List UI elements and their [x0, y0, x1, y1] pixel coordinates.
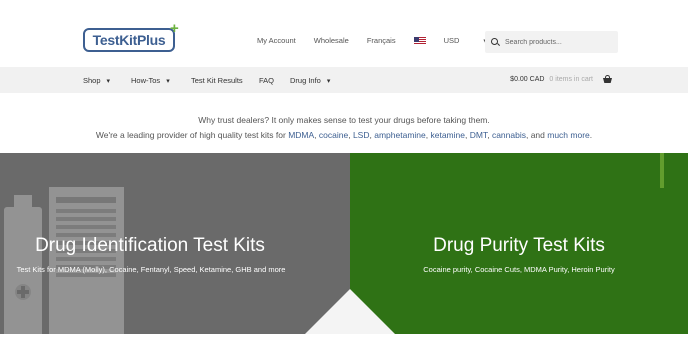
trust-message: Why trust dealers? It only makes sense t…	[0, 113, 688, 143]
link-mdma[interactable]: MDMA	[288, 130, 314, 140]
my-account-link[interactable]: My Account	[257, 36, 296, 45]
wholesale-link[interactable]: Wholesale	[314, 36, 349, 45]
language-link[interactable]: Français	[367, 36, 396, 45]
search-input[interactable]	[505, 38, 605, 46]
search-box	[485, 31, 618, 53]
nav-label: How-Tos	[131, 76, 161, 85]
chevron-down-icon: ▾	[326, 78, 331, 85]
panel-title: Drug Identification Test Kits	[35, 235, 265, 256]
nav-label: Drug Info	[290, 76, 321, 85]
trust-and: , and	[525, 130, 548, 140]
trust-line-2: We're a leading provider of high quality…	[95, 130, 593, 140]
main-nav: Shop ▾ How-Tos ▾ Test Kit Results FAQ Drug…	[0, 67, 688, 93]
logo-text: TestKitPlus	[92, 32, 166, 48]
nav-item-faq[interactable]: FAQ	[259, 76, 274, 85]
nav-item-drug-info[interactable]: Drug Info ▾	[290, 76, 330, 85]
panel-subtitle: Test Kits for MDMA (Molly), Cocaine, Fen…	[16, 265, 286, 274]
currency-label: USD	[443, 36, 460, 45]
chevron-down-icon: ▾	[106, 78, 111, 85]
nav-label: FAQ	[259, 76, 275, 85]
section-pointer	[305, 289, 395, 334]
panel-subtitle: Cocaine purity, Cocaine Cuts, MDMA Purit…	[423, 265, 615, 274]
top-links: My Account Wholesale Français USD▾	[257, 36, 505, 46]
link-cannabis[interactable]: cannabis	[492, 130, 526, 140]
site-logo[interactable]: TestKitPlus	[83, 28, 175, 52]
nav-item-shop[interactable]: Shop ▾	[83, 76, 110, 85]
nav-item-how-tos[interactable]: How-Tos ▾	[131, 76, 170, 85]
cart-total: $0.00 CAD	[510, 76, 545, 83]
us-flag-icon	[413, 37, 426, 46]
search-icon[interactable]	[491, 38, 499, 46]
decorative-stripe	[660, 153, 664, 188]
nav-label: Test Kit Results	[191, 76, 243, 85]
chevron-down-icon: ▾	[166, 78, 170, 85]
drug-identification-panel[interactable]: Drug Identification Test Kits Test Kits …	[0, 153, 350, 335]
nav-label: Shop	[83, 76, 101, 85]
link-lsd[interactable]: LSD	[353, 130, 370, 140]
link-ketamine[interactable]: ketamine	[430, 130, 465, 140]
site-header: TestKitPlus + My Account Wholesale Franç…	[0, 0, 688, 67]
basket-icon	[603, 75, 612, 83]
trust-end: .	[589, 130, 593, 140]
link-cocaine[interactable]: cocaine	[319, 130, 348, 140]
link-much-more[interactable]: much more	[547, 130, 590, 140]
link-amphetamine[interactable]: amphetamine	[374, 130, 426, 140]
trust-line-1: Why trust dealers? It only makes sense t…	[198, 115, 490, 125]
panel-title: Drug Purity Test Kits	[433, 235, 605, 256]
cart-count: 0 items in cart	[549, 76, 593, 83]
trust-prefix: We're a leading provider of high quality…	[95, 130, 289, 140]
link-dmt[interactable]: DMT	[470, 130, 487, 140]
nav-item-test-kit-results[interactable]: Test Kit Results	[191, 76, 243, 85]
logo-plus-icon: +	[170, 20, 179, 37]
drug-purity-panel[interactable]: Drug Purity Test Kits Cocaine purity, Co…	[350, 153, 688, 335]
bottom-strip	[0, 334, 688, 350]
cart-link[interactable]: $0.00 CAD 0 items in cart	[510, 75, 612, 83]
